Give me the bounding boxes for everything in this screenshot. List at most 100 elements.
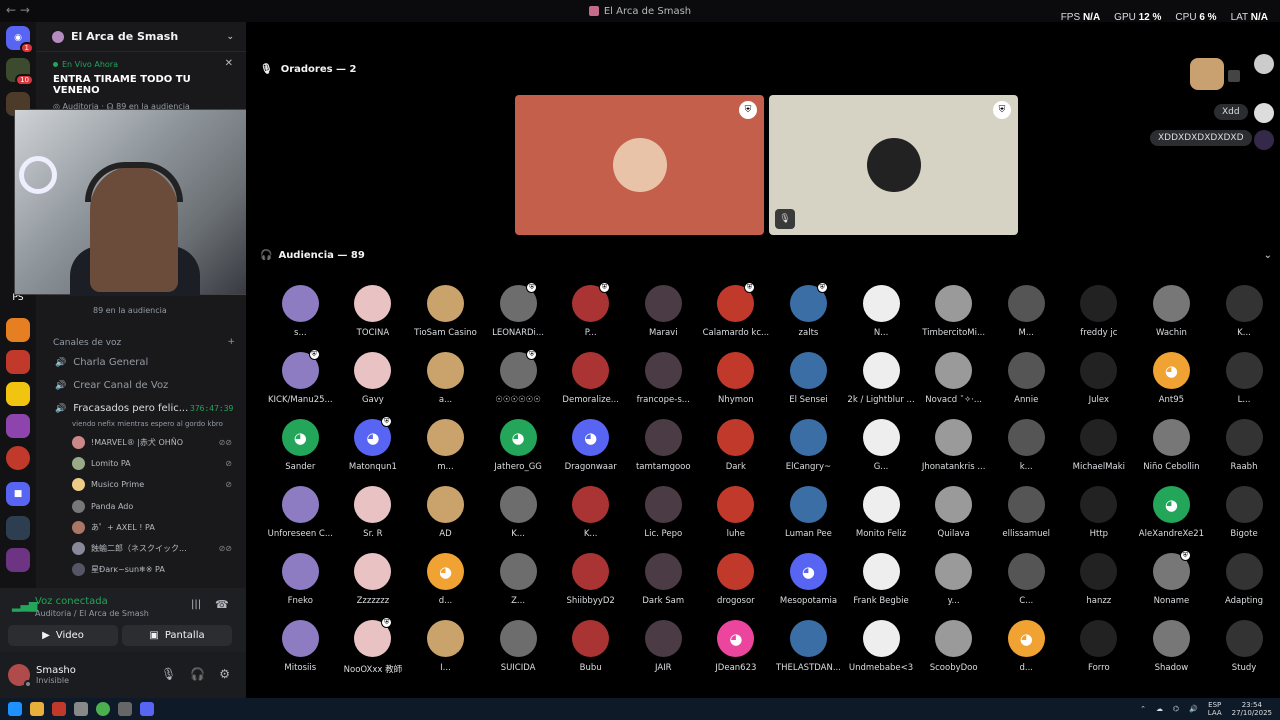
audience-member[interactable]: ◕ Ant95 <box>1135 352 1208 406</box>
audience-member[interactable]: JAIR <box>627 620 700 674</box>
signal-icon[interactable]: ▂▄▆ <box>12 599 37 612</box>
audience-member[interactable]: Wachin <box>1135 285 1208 339</box>
audience-member[interactable]: K... <box>1208 285 1280 339</box>
discord-icon[interactable] <box>140 702 154 716</box>
audience-member[interactable]: ScoobyDoo <box>917 620 990 674</box>
audience-member[interactable]: ◕ d... <box>409 553 482 607</box>
add-channel-icon[interactable]: + <box>227 337 235 347</box>
audience-member[interactable]: Undmebabe<3 <box>845 620 918 674</box>
audience-member[interactable]: 2k / Lightblur ... <box>845 352 918 406</box>
audience-member[interactable]: luhe <box>700 486 773 540</box>
audience-member[interactable]: Lic. Pepo <box>627 486 700 540</box>
audience-member[interactable]: L... <box>1208 352 1280 406</box>
app-icon[interactable] <box>118 702 132 716</box>
audience-member[interactable]: M... <box>990 285 1063 339</box>
audience-member[interactable]: hanzz <box>1063 553 1136 607</box>
image-icon[interactable] <box>1228 70 1240 82</box>
video-button[interactable]: ▶ Video <box>8 625 118 646</box>
folder-icon[interactable]: ■ <box>6 482 30 506</box>
file-explorer-icon[interactable] <box>30 702 44 716</box>
audience-member[interactable]: Niño Cebollin <box>1135 419 1208 473</box>
audience-member[interactable]: ◕ AleXandreXe21 <box>1135 486 1208 540</box>
audience-member[interactable]: AD <box>409 486 482 540</box>
audience-member[interactable]: TimbercitoMi... <box>917 285 990 339</box>
audience-member[interactable]: Gavy <box>337 352 410 406</box>
audience-member[interactable]: Raabh <box>1208 419 1280 473</box>
audience-member[interactable]: Z... <box>482 553 555 607</box>
audience-member[interactable]: ⛨ P... <box>554 282 627 339</box>
audience-member[interactable]: drogosor <box>700 553 773 607</box>
audience-member[interactable]: ShiibbyyD2 <box>554 553 627 607</box>
audience-member[interactable]: TOCINA <box>337 285 410 339</box>
audience-member[interactable]: Jhonatankris ... <box>917 419 990 473</box>
audience-member[interactable]: ◕ Sander <box>264 419 337 473</box>
audience-member[interactable]: k... <box>990 419 1063 473</box>
audience-member[interactable]: Julex <box>1063 352 1136 406</box>
close-icon[interactable]: ✕ <box>225 58 233 69</box>
audience-member[interactable]: ◕ Jathero_GG <box>482 419 555 473</box>
audience-member[interactable]: ⛨ LEONARDi... <box>482 282 555 339</box>
avatar[interactable] <box>1190 58 1224 90</box>
voice-user[interactable]: Panda Ado <box>72 499 238 513</box>
audience-member[interactable]: Novacd ˚✧·... <box>917 352 990 406</box>
audience-member[interactable]: MichaelMaki <box>1063 419 1136 473</box>
audience-member[interactable]: ellissamuel <box>990 486 1063 540</box>
gear-icon[interactable]: ⚙ <box>219 667 230 681</box>
audience-member[interactable]: ◕ Dragonwaar <box>554 419 627 473</box>
audience-member[interactable]: Shadow <box>1135 620 1208 674</box>
server-icon[interactable] <box>6 350 30 374</box>
voice-user[interactable]: Musico Prime ⊘ <box>72 477 238 491</box>
audience-member[interactable]: Sr. R <box>337 486 410 540</box>
webcam-overlay[interactable] <box>14 109 263 296</box>
audience-member[interactable]: Adapting <box>1208 553 1280 607</box>
audience-member[interactable]: freddy jc <box>1063 285 1136 339</box>
avatar[interactable] <box>1254 103 1274 123</box>
channel-charla-general[interactable]: 🔊 Charla General <box>55 357 148 368</box>
audience-member[interactable]: ⛨ NooOXxx 教師 <box>337 617 410 674</box>
audience-member[interactable]: ◕ Mesopotamia <box>772 553 845 607</box>
audience-member[interactable]: Fneko <box>264 553 337 607</box>
chevron-up-icon[interactable]: ⌃ <box>1140 705 1146 713</box>
audience-member[interactable]: Maravi <box>627 285 700 339</box>
avatar[interactable] <box>1254 54 1274 74</box>
audience-member[interactable]: Forro <box>1063 620 1136 674</box>
cloud-icon[interactable]: ☁ <box>1156 705 1163 713</box>
app-icon[interactable] <box>74 702 88 716</box>
language-indicator[interactable]: ESP LAA <box>1208 701 1222 717</box>
voice-user[interactable]: Lomito PA ⊘ <box>72 456 238 470</box>
audience-member[interactable]: s... <box>264 285 337 339</box>
audience-member[interactable]: C... <box>990 553 1063 607</box>
channel-crear-voz[interactable]: 🔊 Crear Canal de Voz <box>55 380 168 391</box>
audience-member[interactable]: G... <box>845 419 918 473</box>
avatar[interactable] <box>8 664 32 688</box>
voice-connected-sub[interactable]: Auditoria / El Arca de Smash <box>35 609 149 618</box>
disconnect-icon[interactable]: ☎ <box>215 598 229 611</box>
audience-member[interactable]: francope-s... <box>627 352 700 406</box>
avatar[interactable] <box>1254 130 1274 150</box>
voice-category[interactable]: Canales de voz + <box>53 337 235 348</box>
server-icon[interactable] <box>6 446 30 470</box>
audience-member[interactable]: K... <box>482 486 555 540</box>
server-icon[interactable] <box>6 318 30 342</box>
audience-member[interactable]: a... <box>409 352 482 406</box>
audience-member[interactable]: Dark Sam <box>627 553 700 607</box>
audience-member[interactable]: ⛨ ☉☉☉☉☉☉ <box>482 349 555 406</box>
audience-member[interactable]: Annie <box>990 352 1063 406</box>
network-icon[interactable]: ⌬ <box>1173 705 1179 713</box>
audience-member[interactable]: N... <box>845 285 918 339</box>
chevron-down-icon[interactable]: ⌄ <box>226 32 234 42</box>
audience-member[interactable]: y... <box>917 553 990 607</box>
audience-member[interactable]: El Sensei <box>772 352 845 406</box>
audience-member[interactable]: ◕ ⛨ Matonqun1 <box>337 416 410 473</box>
microphone-icon[interactable]: 🎙 <box>161 667 176 681</box>
audience-member[interactable]: Bubu <box>554 620 627 674</box>
back-forward-icons[interactable]: ← → <box>6 3 30 17</box>
speaker-tile[interactable]: ⛨ <box>515 95 764 235</box>
app-icon[interactable] <box>52 702 66 716</box>
voice-user[interactable]: 星Đarĸ~sun❄※ PA <box>72 562 238 576</box>
audience-member[interactable]: m... <box>409 419 482 473</box>
channel-fracasados[interactable]: 🔊 Fracasados pero felic... <box>55 403 188 414</box>
audience-member[interactable]: ⛨ Noname <box>1135 550 1208 607</box>
audience-member[interactable]: I... <box>409 620 482 674</box>
screen-share-button[interactable]: ▣ Pantalla <box>122 625 232 646</box>
